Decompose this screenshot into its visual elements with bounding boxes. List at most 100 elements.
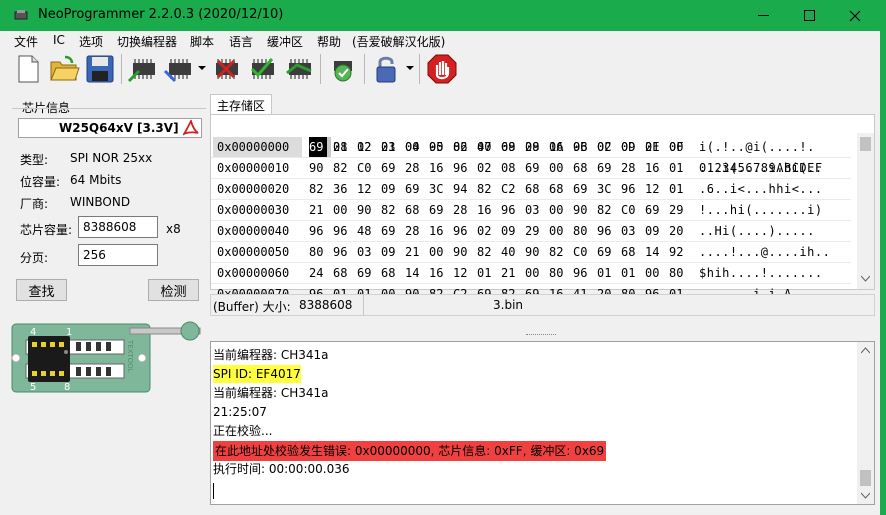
hex-byte[interactable]: 09 — [645, 221, 667, 242]
blank-check-icon[interactable] — [326, 53, 358, 85]
hex-byte[interactable]: 00 — [549, 158, 571, 179]
hex-byte[interactable]: 00 — [645, 263, 667, 284]
open-folder-icon[interactable] — [48, 53, 80, 85]
hex-byte[interactable]: 21 — [381, 137, 403, 158]
hex-byte[interactable]: 00 — [333, 200, 355, 221]
hex-byte[interactable]: 80 — [549, 263, 571, 284]
scroll-up-icon[interactable] — [861, 346, 870, 354]
save-disk-icon[interactable] — [84, 53, 116, 85]
hex-byte[interactable]: 69 — [573, 179, 595, 200]
hex-byte[interactable]: 82 — [477, 179, 499, 200]
hex-row[interactable]: 0x00000050 80 96 03 09 21 00 90 82 40 90 82 C0 69 68 14… — [211, 242, 851, 263]
hex-byte[interactable]: 69 — [381, 221, 403, 242]
hex-byte[interactable]: C0 — [621, 200, 643, 221]
hex-byte[interactable]: 03 — [525, 200, 547, 221]
log-scrollbar[interactable] — [857, 342, 874, 504]
hex-byte[interactable]: 02 — [477, 158, 499, 179]
hex-byte[interactable]: 29 — [525, 221, 547, 242]
hex-byte[interactable]: 80 — [309, 242, 331, 263]
hex-byte[interactable]: 69 — [429, 200, 451, 221]
hex-byte[interactable]: 00 — [405, 137, 427, 158]
auto-chip-icon[interactable] — [283, 53, 315, 85]
hex-byte[interactable]: 90 — [453, 242, 475, 263]
hex-byte[interactable]: 96 — [333, 242, 355, 263]
hex-byte[interactable]: 3C — [597, 179, 619, 200]
hex-byte[interactable]: 82 — [549, 242, 571, 263]
menu-help[interactable]: 帮助 — [317, 33, 341, 50]
hex-byte[interactable]: 96 — [573, 137, 595, 158]
new-file-icon[interactable] — [12, 53, 44, 85]
hex-byte[interactable]: 90 — [573, 200, 595, 221]
lock-icon[interactable] — [370, 53, 402, 85]
hex-scrollbar-thumb[interactable] — [860, 137, 871, 151]
pdf-datasheet-icon[interactable] — [183, 120, 199, 136]
hex-byte[interactable]: 80 — [669, 263, 691, 284]
hex-byte[interactable]: 00 — [525, 263, 547, 284]
maximize-button[interactable] — [786, 0, 832, 31]
hex-byte[interactable]: 12 — [645, 179, 667, 200]
hex-row[interactable]: 0x00000060 24 68 69 68 14 16 12 01 21 00 80 96 01 01 00… — [211, 263, 851, 284]
hex-byte[interactable]: C0 — [573, 242, 595, 263]
splitter[interactable] — [210, 320, 875, 338]
hex-byte[interactable]: 21 — [501, 263, 523, 284]
hex-byte[interactable]: 68 — [549, 179, 571, 200]
hex-byte[interactable]: 21 — [405, 242, 427, 263]
hex-byte[interactable]: 82 — [333, 158, 355, 179]
hex-byte[interactable]: 02 — [477, 221, 499, 242]
hex-byte[interactable]: 96 — [501, 200, 523, 221]
hex-byte[interactable]: 08 — [501, 158, 523, 179]
erase-chip-icon[interactable] — [210, 53, 242, 85]
hex-byte[interactable]: 90 — [309, 158, 331, 179]
chip-name-box[interactable]: W25Q64xV [3.3V] — [18, 118, 202, 138]
hex-byte[interactable]: 96 — [453, 158, 475, 179]
write-dropdown-icon[interactable] — [198, 66, 206, 70]
hex-byte[interactable]: 40 — [477, 137, 499, 158]
hex-editor[interactable]: 000102030405060708090A0B0C0D0E0F 0123456… — [210, 114, 875, 312]
hex-byte[interactable]: 14 — [405, 263, 427, 284]
hex-byte[interactable]: 28 — [453, 200, 475, 221]
hex-byte[interactable]: 82 — [309, 179, 331, 200]
hex-byte[interactable]: 94 — [453, 179, 475, 200]
hex-byte[interactable]: 00 — [669, 137, 691, 158]
hex-byte[interactable]: 00 — [549, 200, 571, 221]
hex-byte[interactable]: 96 — [333, 221, 355, 242]
hex-byte[interactable]: 69 — [597, 158, 619, 179]
hex-byte[interactable]: 36 — [333, 179, 355, 200]
hex-byte[interactable]: 12 — [357, 179, 379, 200]
scroll-down-icon[interactable] — [861, 275, 870, 283]
hex-byte[interactable]: 68 — [525, 179, 547, 200]
hex-byte[interactable]: 69 — [525, 158, 547, 179]
hex-byte[interactable]: C2 — [501, 179, 523, 200]
page-size-field[interactable]: 256 — [78, 244, 158, 266]
hex-byte[interactable]: 12 — [453, 263, 475, 284]
stop-icon[interactable] — [426, 53, 458, 85]
hex-byte[interactable]: 24 — [309, 263, 331, 284]
write-chip-icon[interactable] — [163, 53, 195, 85]
hex-byte[interactable]: 82 — [453, 137, 475, 158]
menu-ic[interactable]: IC — [53, 33, 65, 47]
hex-byte[interactable]: 09 — [501, 221, 523, 242]
menu-script[interactable]: 脚本 — [190, 33, 214, 50]
log-scrollbar-thumb[interactable] — [860, 470, 871, 486]
hex-byte[interactable]: 40 — [501, 242, 523, 263]
hex-byte[interactable]: 69 — [381, 158, 403, 179]
hex-byte[interactable]: 12 — [357, 137, 379, 158]
scroll-down-icon[interactable] — [861, 492, 870, 500]
hex-byte[interactable]: 69 — [309, 137, 327, 158]
hex-byte[interactable]: 80 — [573, 221, 595, 242]
hex-byte[interactable]: 90 — [357, 200, 379, 221]
hex-row[interactable]: 0x00000020 82 36 12 09 69 3C 94 82 C2 68 68 69 3C 96 12… — [211, 179, 851, 200]
hex-byte[interactable]: 28 — [621, 158, 643, 179]
hex-byte[interactable]: 00 — [429, 242, 451, 263]
hex-byte[interactable]: 01 — [477, 263, 499, 284]
hex-byte[interactable]: 68 — [621, 242, 643, 263]
hex-byte[interactable]: 3C — [429, 179, 451, 200]
hex-byte[interactable]: 29 — [669, 200, 691, 221]
hex-byte[interactable]: 69 — [645, 200, 667, 221]
log-output[interactable]: 当前编程器: CH341a SPI ID: EF4017 当前编程器: CH341a… — [210, 341, 875, 505]
hex-byte[interactable]: 01 — [669, 179, 691, 200]
hex-byte[interactable]: 01 — [621, 263, 643, 284]
hex-row[interactable]: 0x00000040 96 96 48 69 28 16 96 02 09 29 00 80 96 03 09… — [211, 221, 851, 242]
hex-byte[interactable]: 96 — [597, 221, 619, 242]
hex-row[interactable]: 0x00000000 69 28 12 21 00 90 82 40 69 28 16 96 02 09 21… — [211, 137, 851, 158]
